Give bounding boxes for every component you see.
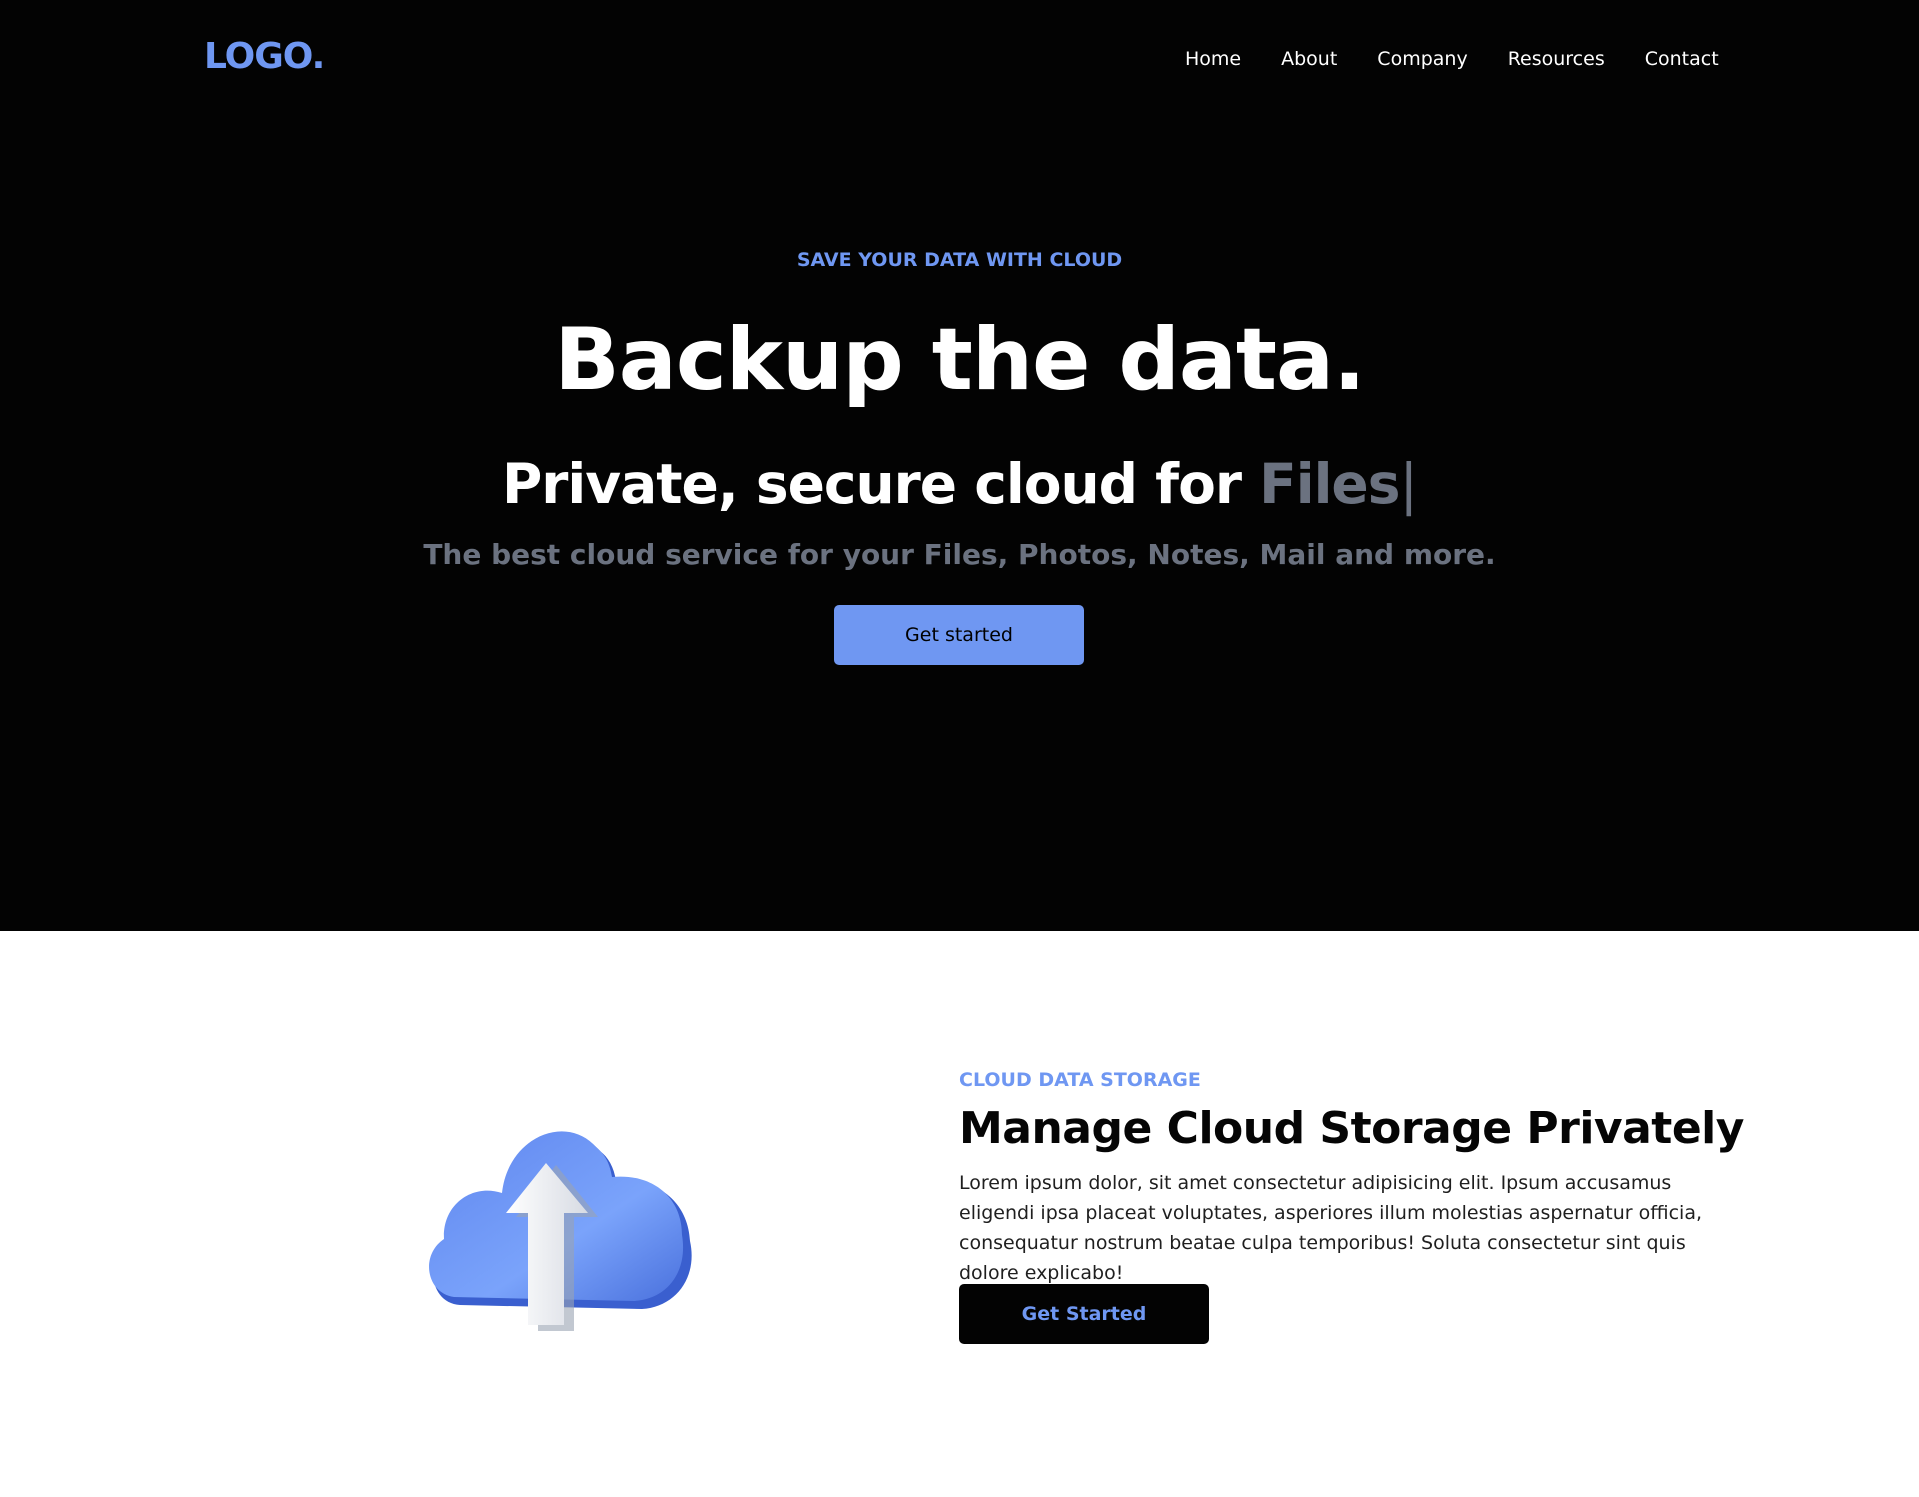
hero-section: LOGO. Home About Company Resources Conta… <box>0 0 1919 931</box>
get-started-button[interactable]: Get started <box>834 605 1084 665</box>
typed-word: Files <box>1259 452 1400 516</box>
feature-title: Manage Cloud Storage Privately <box>959 1103 1744 1154</box>
main-nav: Home About Company Resources Contact <box>1185 48 1719 70</box>
nav-link-resources[interactable]: Resources <box>1508 48 1605 70</box>
nav-link-about[interactable]: About <box>1281 48 1337 70</box>
feature-kicker: CLOUD DATA STORAGE <box>959 1069 1201 1091</box>
feature-body: Lorem ipsum dolor, sit amet consectetur … <box>959 1172 1703 1284</box>
nav-link-contact[interactable]: Contact <box>1645 48 1719 70</box>
hero-subtitle-prefix: Private, secure cloud for <box>501 452 1260 516</box>
feature-get-started-button[interactable]: Get Started <box>959 1284 1209 1344</box>
feature-section: CLOUD DATA STORAGE Manage Cloud Storage … <box>0 931 1919 1497</box>
hero-description: The best cloud service for your Files, P… <box>423 538 1496 571</box>
nav-link-company[interactable]: Company <box>1377 48 1467 70</box>
cloud-upload-icon <box>429 1131 692 1331</box>
hero-subtitle: Private, secure cloud for Files| <box>0 452 1919 516</box>
typing-caret: | <box>1399 452 1418 516</box>
hero-title: Backup the data. <box>554 310 1366 410</box>
nav-link-home[interactable]: Home <box>1185 48 1241 70</box>
hero-kicker: SAVE YOUR DATA WITH CLOUD <box>796 249 1123 271</box>
logo[interactable]: LOGO. <box>204 36 325 77</box>
